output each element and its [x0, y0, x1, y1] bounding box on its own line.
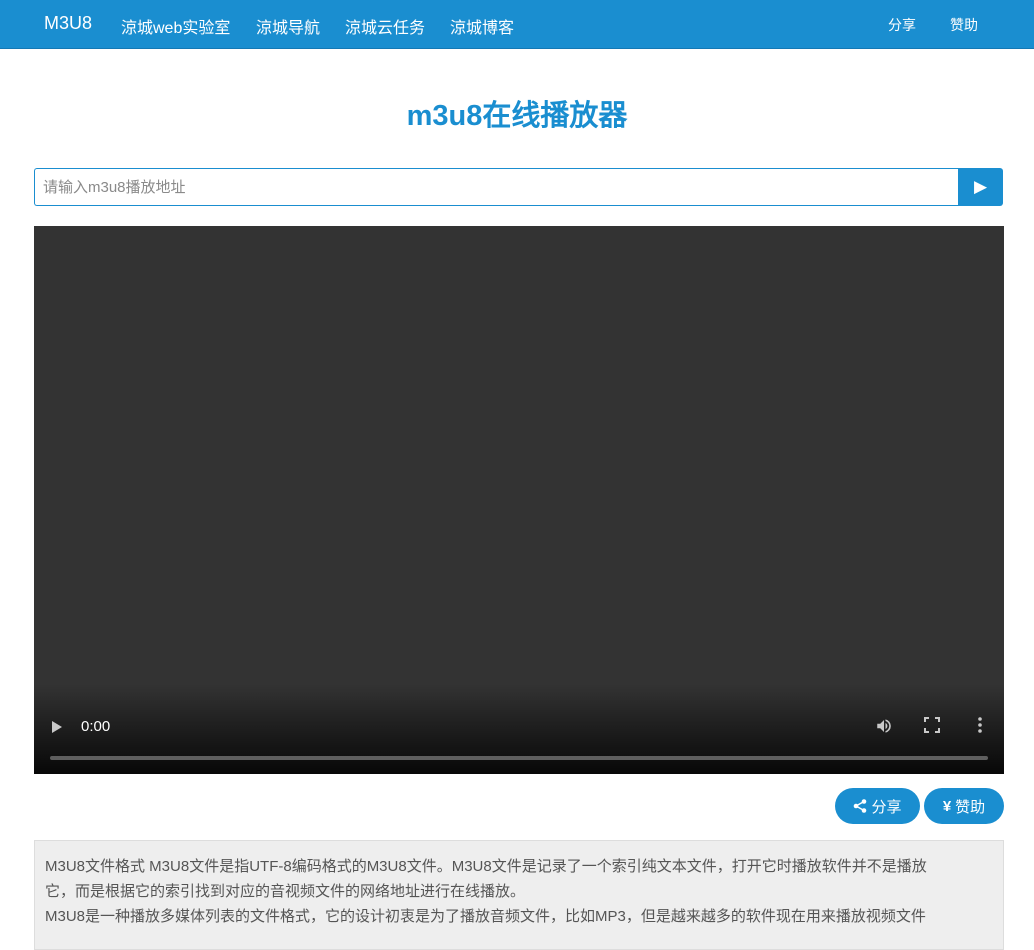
donate-button-label: 赞助	[955, 798, 986, 816]
nav-link-blog[interactable]: 涼城博客	[450, 14, 514, 38]
video-player[interactable]: 0:00	[34, 226, 1004, 774]
video-play-icon[interactable]	[52, 721, 62, 733]
play-url-button[interactable]: ▶	[958, 168, 1003, 206]
top-navbar: M3U8 涼城web实验室 涼城导航 涼城云任务 涼城博客 分享 赞助	[0, 0, 1034, 49]
description-line: M3U8文件格式 M3U8文件是指UTF-8编码格式的M3U8文件。M3U8文件…	[45, 858, 927, 875]
brand-link[interactable]: M3U8	[44, 13, 92, 34]
page-title: m3u8在线播放器	[406, 100, 628, 132]
share-button-label: 分享	[871, 798, 902, 816]
share-button[interactable]: 分享	[835, 788, 920, 824]
description-line: M3U8是一种播放多媒体列表的文件格式，它的设计初衷是为了播放音频文件，比如MP…	[45, 908, 926, 925]
description-line: 它，而是根据它的索引找到对应的音视频文件的网络地址进行在线播放。	[45, 883, 526, 900]
fullscreen-icon[interactable]	[924, 717, 940, 733]
play-icon: ▶	[973, 177, 988, 196]
nav-link-navigation[interactable]: 涼城导航	[256, 14, 320, 38]
volume-icon[interactable]	[875, 717, 893, 735]
share-icon	[854, 799, 867, 813]
video-progress-bar[interactable]	[50, 756, 988, 760]
more-options-icon[interactable]	[972, 716, 988, 734]
nav-share-link[interactable]: 分享	[888, 15, 916, 35]
m3u8-url-input[interactable]	[34, 168, 959, 206]
nav-link-web-lab[interactable]: 涼城web实验室	[121, 14, 230, 38]
m3u8-description: M3U8文件格式 M3U8文件是指UTF-8编码格式的M3U8文件。M3U8文件…	[34, 840, 1004, 950]
nav-donate-link[interactable]: 赞助	[950, 15, 978, 35]
nav-link-cloud-tasks[interactable]: 涼城云任务	[345, 14, 425, 38]
video-controls-bar: 0:00	[34, 684, 1004, 774]
donate-button[interactable]: ¥ 赞助	[924, 788, 1004, 824]
yen-icon: ¥	[942, 797, 952, 815]
video-current-time: 0:00	[81, 718, 111, 735]
